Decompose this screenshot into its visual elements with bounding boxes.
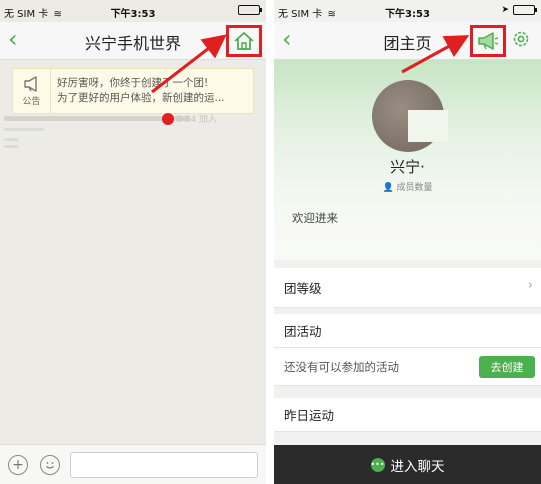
settings-button[interactable] [511, 29, 531, 53]
left-phone-screen: 无 SIM 卡 ≋ 下午3:53 ‹ 兴宁手机世界 公告 好厉害呀，你终于创建了… [0, 0, 266, 484]
group-activity-row: 团活动 [274, 314, 541, 348]
add-button[interactable]: + [8, 455, 28, 475]
notice-body: 好厉害呀，你终于创建了一个团! 为了更好的用户体验，新创建的运... [51, 69, 253, 113]
group-name: 兴宁· [390, 158, 425, 176]
navbar: ‹ 团主页 [274, 22, 541, 60]
right-phone-screen: 无 SIM 卡 ≋ 下午3:53 ➤ ‹ 团主页 兴宁· 👤 成员数量 欢迎进来… [274, 0, 541, 484]
smiley-icon [46, 462, 54, 469]
group-level-row[interactable]: 团等级 › [274, 268, 541, 308]
battery-icon [238, 5, 262, 15]
yesterday-sport-label: 昨日运动 [284, 408, 335, 423]
group-activity-label: 团活动 [284, 324, 322, 339]
screen-divider [266, 0, 274, 484]
group-header: 兴宁· 👤 成员数量 欢迎进来 [274, 60, 541, 260]
battery-icon [513, 5, 537, 15]
person-icon: 👤 [382, 183, 397, 193]
blurred-line [4, 128, 44, 131]
notice-line-1: 好厉害呀，你终于创建了一个团! [57, 77, 209, 89]
chevron-right-icon: › [527, 278, 533, 293]
message-input[interactable] [70, 452, 258, 478]
blurred-line [4, 145, 18, 148]
status-badge [162, 113, 174, 125]
status-time: 下午3:53 [110, 9, 156, 20]
no-activity-text: 还没有可以参加的活动 [284, 360, 399, 374]
enter-chat-label: 进入聊天 [390, 458, 445, 475]
home-button[interactable] [226, 25, 262, 57]
joined-text: 0·84 加入 [176, 115, 217, 125]
yesterday-sport-row[interactable]: 昨日运动 [274, 398, 541, 432]
navbar: ‹ 兴宁手机世界 [0, 22, 266, 60]
chat-bubble-icon: ••• [370, 457, 385, 472]
notice-banner[interactable]: 公告 好厉害呀，你终于创建了一个团! 为了更好的用户体验，新创建的运... [12, 68, 254, 114]
welcome-text: 欢迎进来 [292, 211, 338, 225]
megaphone-icon [23, 75, 37, 92]
activity-empty-row: 还没有可以参加的活动 去创建 [274, 348, 541, 386]
blurred-line [4, 138, 18, 141]
megaphone-icon [478, 32, 499, 50]
notice-tag: 公告 [13, 69, 51, 113]
plus-icon: + [12, 457, 24, 473]
emoji-button[interactable] [40, 455, 60, 475]
announcement-button[interactable] [470, 25, 506, 57]
chat-input-bar: + [0, 444, 266, 484]
avatar-mask [408, 110, 448, 142]
notice-line-2: 为了更好的用户体验，新创建的运... [57, 92, 225, 104]
member-count: 👤 成员数量 [382, 183, 433, 193]
group-level-label: 团等级 [284, 281, 322, 296]
home-icon [234, 32, 254, 50]
create-activity-button[interactable]: 去创建 [479, 356, 535, 378]
enter-chat-button[interactable]: ••• 进入聊天 [274, 445, 541, 484]
status-bar: 无 SIM 卡 ≋ 下午3:53 ➤ [274, 0, 541, 22]
status-bar: 无 SIM 卡 ≋ 下午3:53 [0, 0, 266, 22]
notice-tag-label: 公告 [22, 96, 41, 107]
gear-icon [513, 31, 529, 47]
location-icon: ➤ [501, 5, 509, 15]
